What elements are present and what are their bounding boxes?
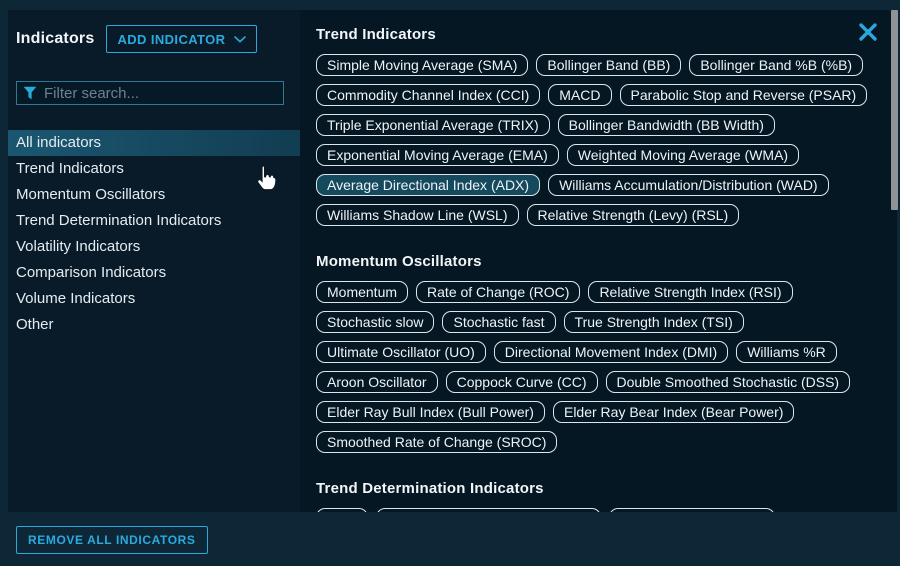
indicator-pill-williams-r[interactable]: Williams %R [736,341,837,363]
indicator-pill-macd[interactable]: MACD [548,84,611,106]
indicator-pill-coppock-curve-cc[interactable]: Coppock Curve (CC) [446,371,598,393]
indicator-pill-stochastic-slow[interactable]: Stochastic slow [316,311,434,333]
section-heading: Trend Indicators [316,27,897,42]
pill-row: Momentum Rate of Change (ROC) Relative Str… [316,281,897,303]
indicator-pill-weighted-moving-average-wma[interactable]: Weighted Moving Average (WMA) [567,144,799,166]
indicator-pill-true-strength-index-tsi[interactable]: True Strength Index (TSI) [564,311,744,333]
category-list: All indicatorsTrend IndicatorsMomentum O… [8,130,300,338]
indicator-pill-directional-movement-index-dmi[interactable]: Directional Movement Index (DMI) [494,341,728,363]
indicator-pill-bollinger-band-bb[interactable]: Bollinger Band (BB) [536,54,681,76]
sidebar: Indicators ADD INDICATOR All indicatorsT… [8,10,300,512]
indicator-pill-stochastic-fast[interactable]: Stochastic fast [442,311,555,333]
indicator-pill-relative-strength-levy-rsl[interactable]: Relative Strength (Levy) (RSL) [527,204,740,226]
section-heading: Momentum Oscillators [316,254,897,269]
sidebar-header: Indicators ADD INDICATOR [16,25,292,53]
sidebar-item-all-indicators[interactable]: All indicators [8,130,300,156]
pill-row: Williams Shadow Line (WSL) Relative Stren… [316,204,897,226]
indicator-pill-williams-shadow-line-wsl[interactable]: Williams Shadow Line (WSL) [316,204,519,226]
close-icon[interactable] [857,21,879,43]
sidebar-item-momentum-oscillators[interactable]: Momentum Oscillators [8,182,300,208]
sidebar-item-trend-indicators[interactable]: Trend Indicators [8,156,300,182]
indicator-pill-elder-ray-bull-index-bull-power[interactable]: Elder Ray Bull Index (Bull Power) [316,401,545,423]
footer-bar: REMOVE ALL INDICATORS [0,512,900,566]
indicators-dialog: Indicators ADD INDICATOR All indicatorsT… [0,0,900,566]
scrollbar-thumb[interactable] [891,10,898,210]
indicator-pill-relative-strength-index-rsi[interactable]: Relative Strength Index (RSI) [588,281,792,303]
pill-row: Smoothed Rate of Change (SROC) [316,431,897,453]
indicator-pill-bollinger-bandwidth-bb-width[interactable]: Bollinger Bandwidth (BB Width) [558,114,775,136]
indicator-pill-smoothed-rate-of-change-sroc[interactable]: Smoothed Rate of Change (SROC) [316,431,557,453]
pill-row: Stochastic slow Stochastic fast True Stren… [316,311,897,333]
pill-row: Triple Exponential Average (TRIX) Bolling… [316,114,897,136]
indicator-pill-williams-accumulation-distribution-wad[interactable]: Williams Accumulation/Distribution (WAD) [548,174,829,196]
search-input[interactable] [44,85,277,102]
sidebar-item-trend-determination-indicators[interactable]: Trend Determination Indicators [8,208,300,234]
pill-row: Average Directional Index (ADX) Williams … [316,174,897,196]
indicator-pill-simple-moving-average-sma[interactable]: Simple Moving Average (SMA) [316,54,528,76]
pill-row: Exponential Moving Average (EMA) Weighted… [316,144,897,166]
indicator-pill-average-directional-index-adx[interactable]: Average Directional Index (ADX) [316,174,540,196]
indicator-pill-rate-of-change-roc[interactable]: Rate of Change (ROC) [416,281,580,303]
indicator-pill-ultimate-oscillator-uo[interactable]: Ultimate Oscillator (UO) [316,341,486,363]
search-box[interactable] [16,81,284,105]
dialog-title: Indicators [16,30,94,48]
scrollbar-track [891,10,898,512]
add-indicator-button[interactable]: ADD INDICATOR [106,25,257,53]
indicator-pill-exponential-moving-average-ema[interactable]: Exponential Moving Average (EMA) [316,144,559,166]
dialog-body: Indicators ADD INDICATOR All indicatorsT… [8,10,897,512]
indicator-pill-triple-exponential-average-trix[interactable]: Triple Exponential Average (TRIX) [316,114,550,136]
chevron-down-icon [234,36,246,43]
remove-all-indicators-button[interactable]: REMOVE ALL INDICATORS [16,526,208,554]
indicator-pill-elder-ray-bear-index-bear-power[interactable]: Elder Ray Bear Index (Bear Power) [553,401,794,423]
indicator-pill-aroon-oscillator[interactable]: Aroon Oscillator [316,371,438,393]
indicator-panel: Trend Indicators Simple Moving Average (S… [300,10,897,512]
indicator-pill-double-smoothed-stochastic-dss[interactable]: Double Smoothed Stochastic (DSS) [606,371,851,393]
add-indicator-label: ADD INDICATOR [117,32,225,47]
indicator-pill-bollinger-band-b-b[interactable]: Bollinger Band %B (%B) [689,54,863,76]
pill-row: Aroon Oscillator Coppock Curve (CC) Double… [316,371,897,393]
section-heading: Trend Determination Indicators [316,481,897,496]
pill-row: Ultimate Oscillator (UO) Directional Move… [316,341,897,363]
pill-row: Simple Moving Average (SMA) Bollinger Ban… [316,54,897,76]
indicator-pill-momentum[interactable]: Momentum [316,281,408,303]
pill-row: Elder Ray Bull Index (Bull Power) Elder R… [316,401,897,423]
indicator-pill-commodity-channel-index-cci[interactable]: Commodity Channel Index (CCI) [316,84,540,106]
sidebar-item-volatility-indicators[interactable]: Volatility Indicators [8,234,300,260]
section-trend-determination-indicators: Trend Determination Indicators [316,481,897,512]
filter-icon [23,86,37,100]
section-momentum-oscillators: Momentum Oscillators Momentum Rate of Chan… [316,254,897,453]
section-trend-indicators: Trend Indicators Simple Moving Average (S… [316,27,897,226]
indicator-pill-parabolic-stop-and-reverse-psar[interactable]: Parabolic Stop and Reverse (PSAR) [620,84,868,106]
sidebar-item-other[interactable]: Other [8,312,300,338]
sidebar-item-volume-indicators[interactable]: Volume Indicators [8,286,300,312]
pill-row: Commodity Channel Index (CCI) MACD Parabol… [316,84,897,106]
sidebar-item-comparison-indicators[interactable]: Comparison Indicators [8,260,300,286]
